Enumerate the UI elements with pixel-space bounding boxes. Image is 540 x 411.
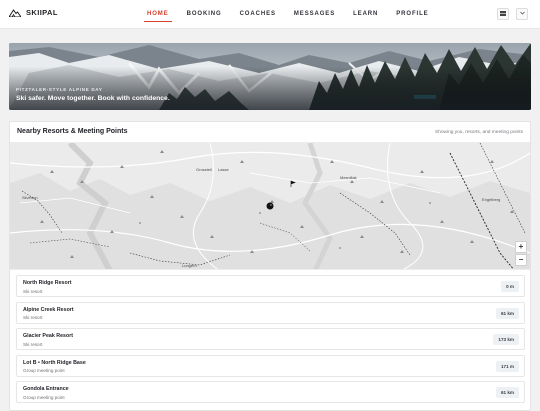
you-marker-icon[interactable] xyxy=(265,201,275,211)
nav-home[interactable]: HOME xyxy=(144,0,172,29)
account-menu-button[interactable] xyxy=(516,8,528,20)
nav-profile[interactable]: PROFILE xyxy=(396,0,428,29)
location-type: Ski resort xyxy=(23,288,43,294)
flag-marker-icon[interactable] xyxy=(289,180,297,188)
resort-map[interactable]: Silverton Grossteil Lasse Mesnillak Enge… xyxy=(10,142,530,270)
brand-name: SKIIPAL xyxy=(26,8,58,17)
map-label-mesnillak: Mesnillak xyxy=(340,175,357,180)
distance-badge: 173 km xyxy=(493,334,519,345)
nav-learn[interactable]: LEARN xyxy=(353,0,378,29)
nav-coaches[interactable]: COACHES xyxy=(240,0,276,29)
location-name: Gondola Entrance xyxy=(23,386,69,392)
hero-title: Ski safer. Move together. Book with conf… xyxy=(16,95,170,102)
distance-badge: 61 km xyxy=(495,387,519,398)
language-button[interactable] xyxy=(497,8,509,20)
location-name: Alpine Creek Resort xyxy=(23,306,74,313)
main-nav: HOME BOOKING COACHES MESSAGES LEARN PROF… xyxy=(140,0,447,29)
location-type: Group meeting point xyxy=(23,394,65,400)
flag-icon xyxy=(500,10,506,18)
chevron-down-icon xyxy=(519,11,525,17)
zoom-in-button[interactable]: + xyxy=(515,241,527,253)
list-item[interactable]: Gondola Entrance Group meeting point 61 … xyxy=(16,381,525,403)
location-name: Lot B • North Ridge Base xyxy=(23,359,86,366)
map-label-lasse: Lasse xyxy=(218,167,229,172)
nearby-card: Nearby Resorts & Meeting Points Showing … xyxy=(9,121,531,411)
map-label-silverton: Silverton xyxy=(22,195,38,200)
location-type: Group meeting point xyxy=(23,368,65,373)
hero-eyebrow: PITZTALER-STYLE ALPINE DAY xyxy=(16,87,103,92)
location-name: North Ridge Resort xyxy=(23,280,72,286)
list-item[interactable]: North Ridge Resort Ski resort 0 m xyxy=(16,275,525,297)
location-name: Glacier Peak Resort xyxy=(23,333,74,339)
location-list: North Ridge Resort Ski resort 0 m Alpine… xyxy=(16,275,525,408)
list-item[interactable]: Alpine Creek Resort Ski resort 61 km xyxy=(16,301,525,324)
distance-badge: 171 m xyxy=(495,360,519,372)
location-type: Ski resort xyxy=(23,341,43,347)
map-label-grossteil: Grossteil xyxy=(196,167,212,172)
nav-booking[interactable]: BOOKING xyxy=(187,0,222,29)
location-type: Ski resort xyxy=(23,315,43,320)
nav-messages[interactable]: MESSAGES xyxy=(294,0,335,29)
brand[interactable]: SKIIPAL xyxy=(9,8,58,17)
mountain-logo-icon xyxy=(9,8,21,17)
map-label-lungern: Lungern xyxy=(182,263,197,268)
list-item[interactable]: Glacier Peak Resort Ski resort 173 km xyxy=(16,328,525,350)
section-subtitle: Showing you, resorts, and meeting points xyxy=(435,130,523,135)
distance-badge: 61 km xyxy=(495,307,519,319)
map-label-engelberg: Engelberg xyxy=(482,197,501,202)
list-item[interactable]: Lot B • North Ridge Base Group meeting p… xyxy=(16,354,525,377)
section-title: Nearby Resorts & Meeting Points xyxy=(17,128,128,135)
zoom-out-button[interactable]: − xyxy=(515,254,527,266)
distance-badge: 0 m xyxy=(501,281,519,292)
hero-banner: PITZTALER-STYLE ALPINE DAY Ski safer. Mo… xyxy=(9,43,531,110)
top-navigation-bar: SKIIPAL HOME BOOKING COACHES MESSAGES LE… xyxy=(0,0,540,29)
